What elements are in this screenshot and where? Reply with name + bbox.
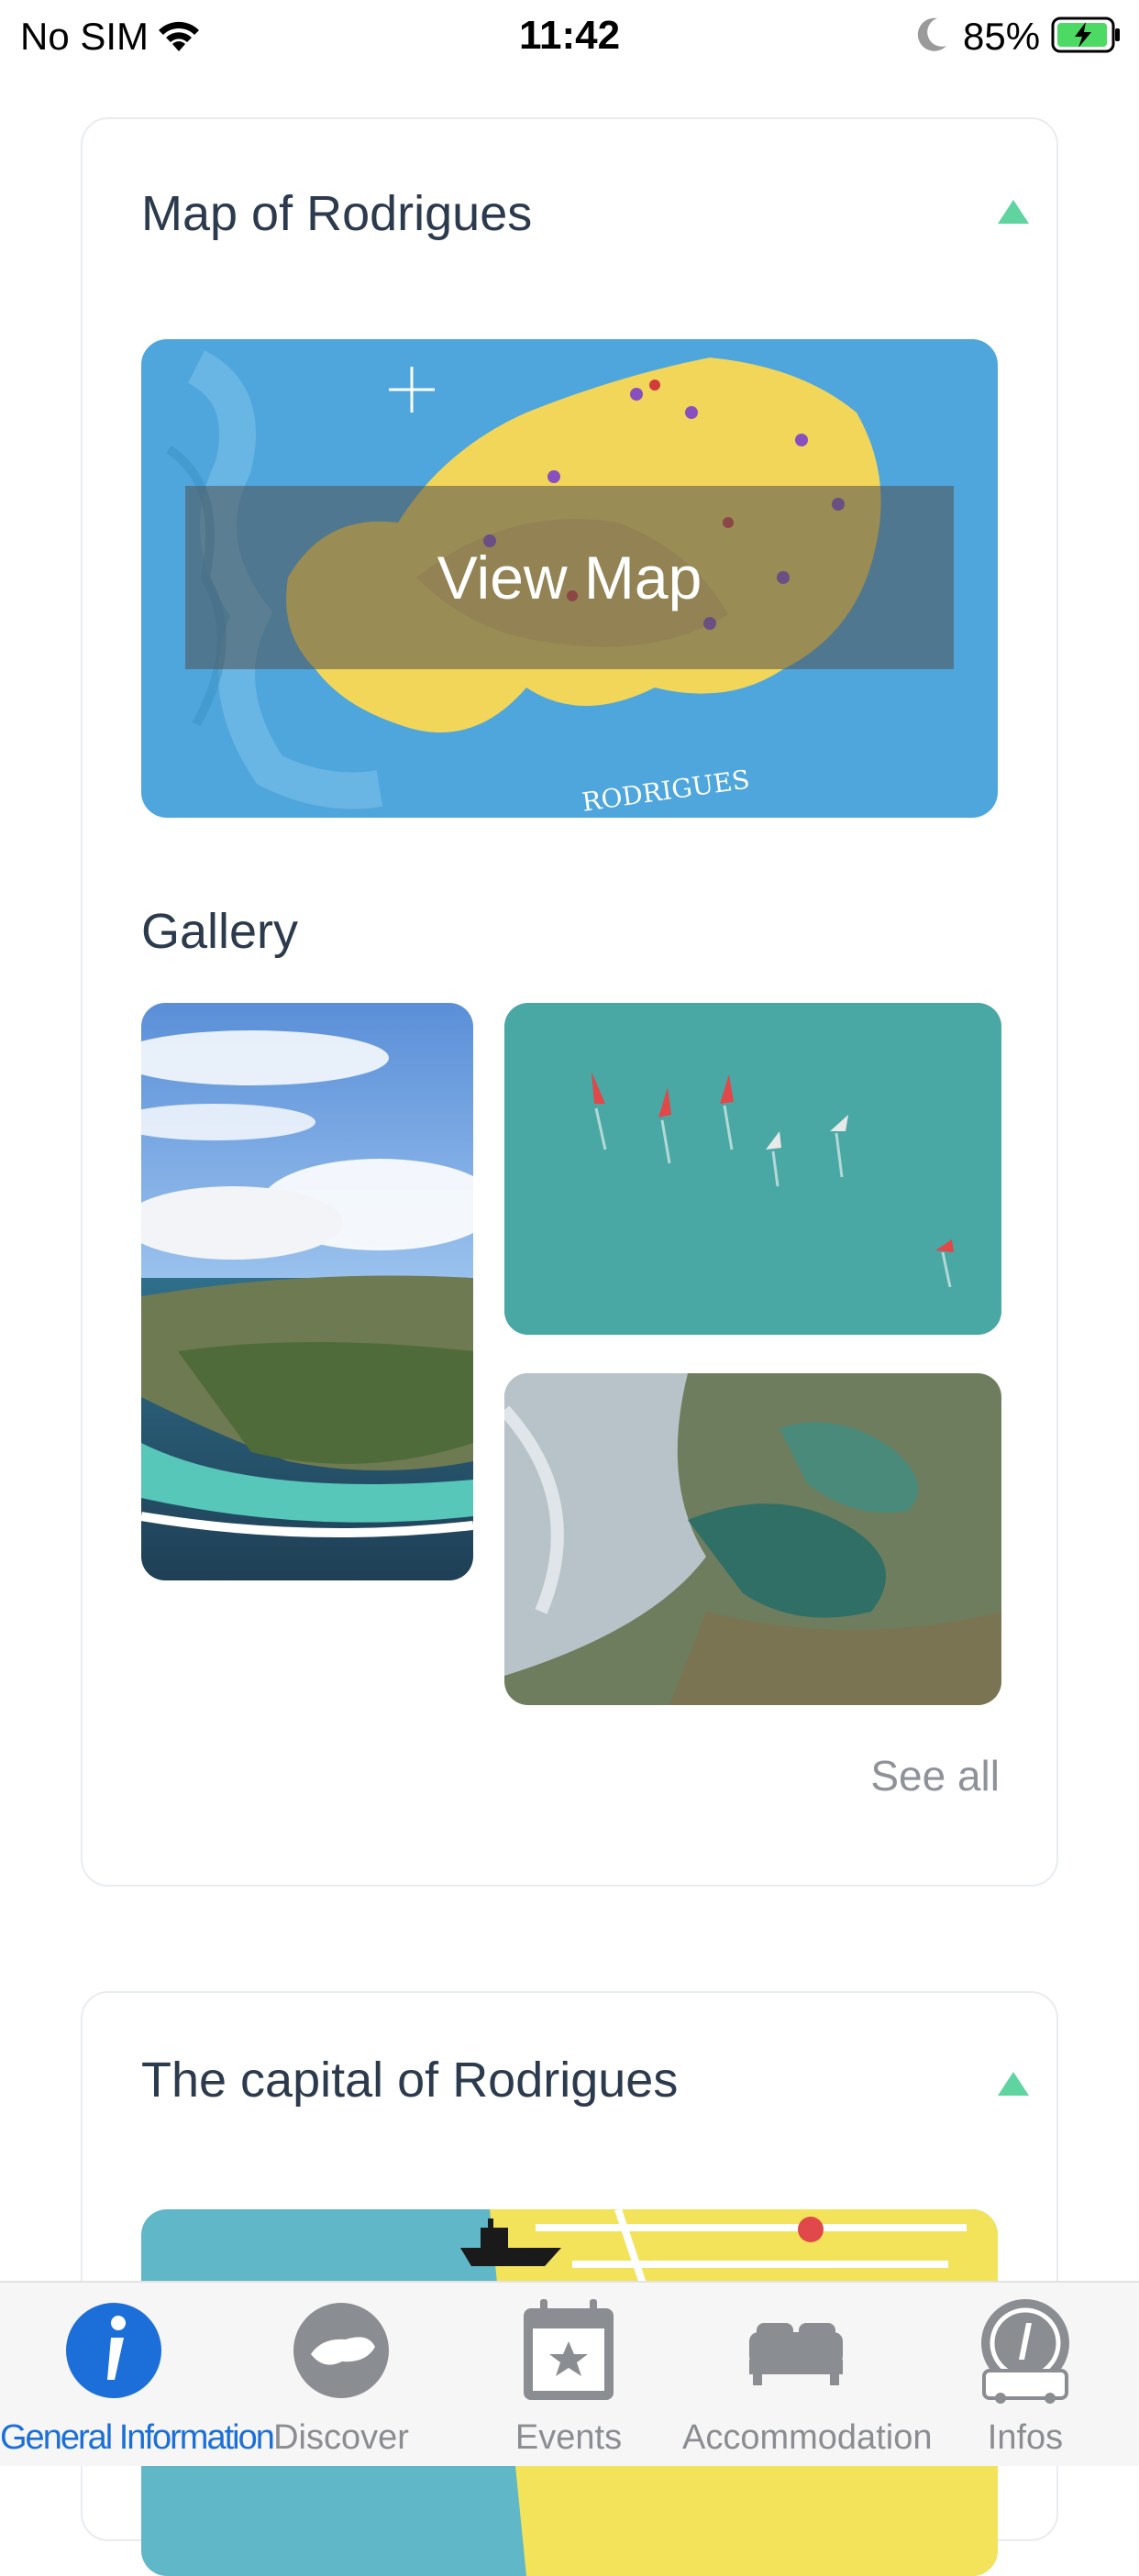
tab-label: General Information (0, 2418, 275, 2457)
tab-infos[interactable]: Infos (912, 2283, 1139, 2466)
tab-label: Events (514, 2418, 623, 2457)
gallery-photo-reef[interactable] (504, 1373, 1001, 1705)
collapse-caret-icon[interactable] (998, 2072, 1029, 2096)
info-icon (63, 2295, 164, 2405)
gallery-photo-island-aerial[interactable] (141, 1003, 473, 1580)
tab-accommodation[interactable]: Accommodation (682, 2283, 933, 2466)
info-bus-icon (975, 2295, 1076, 2405)
island-icon (291, 2295, 392, 2405)
calendar-star-icon (518, 2295, 619, 2405)
tab-events[interactable]: Events (455, 2283, 682, 2466)
map-preview[interactable]: RODRIGUES View Map (141, 339, 998, 818)
tab-discover[interactable]: Discover (227, 2283, 455, 2466)
status-bar: No SIM 11:42 85% (0, 0, 1139, 77)
capital-section-title: The capital of Rodrigues (141, 2053, 679, 2108)
tab-general-information[interactable]: General Information (0, 2283, 275, 2466)
bed-icon (746, 2295, 846, 2405)
moon-icon (913, 15, 950, 60)
battery-charging-icon (1051, 15, 1122, 60)
tab-label: Accommodation (682, 2418, 933, 2457)
tab-label: Infos (987, 2418, 1064, 2457)
view-map-button[interactable]: View Map (185, 486, 954, 669)
tab-label: Discover (273, 2418, 409, 2457)
see-all-link[interactable]: See all (870, 1751, 1000, 1800)
gallery-photo-windsurfers[interactable] (504, 1003, 1001, 1335)
gallery-title: Gallery (141, 904, 299, 959)
map-gallery-card: Map of Rodrigues RODRIGUES View Map Gall… (81, 117, 1058, 1887)
map-section-title: Map of Rodrigues (141, 186, 533, 241)
bottom-tab-bar: General Information Discover Events Acco… (0, 2281, 1139, 2466)
collapse-caret-icon[interactable] (998, 200, 1029, 224)
battery-percent: 85% (963, 15, 1041, 58)
